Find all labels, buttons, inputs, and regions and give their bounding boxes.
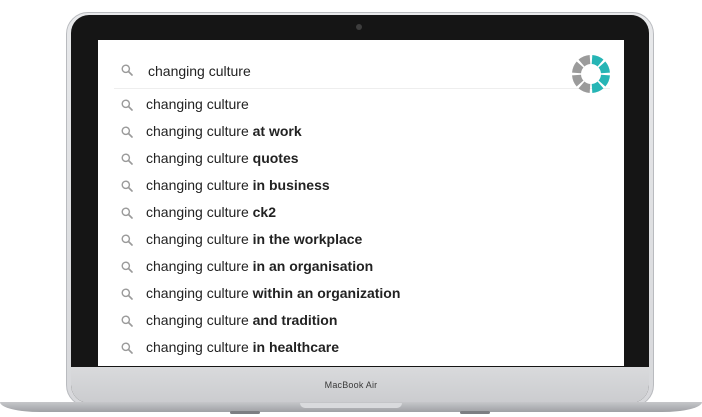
browser-screen: changing culture changing culture at wor… bbox=[98, 40, 624, 366]
loading-spinner-icon bbox=[572, 55, 610, 93]
suggestion-text: changing culture at work bbox=[146, 118, 302, 145]
suggestion-item[interactable]: changing culture within an organization bbox=[114, 280, 610, 307]
suggestion-item[interactable]: changing culture at work bbox=[114, 118, 610, 145]
suggestion-item[interactable]: changing culture in healthcare bbox=[114, 334, 610, 361]
search-bar bbox=[114, 52, 610, 93]
suggestion-prefix: changing culture bbox=[146, 312, 249, 328]
suggestion-completion: ck2 bbox=[252, 204, 276, 220]
suggestion-item[interactable]: changing culture in an organisation bbox=[114, 253, 610, 280]
camera-icon bbox=[356, 24, 362, 30]
suggestion-text: changing culture in the workplace bbox=[146, 226, 362, 253]
suggestion-prefix: changing culture bbox=[146, 339, 249, 355]
suggestion-list: changing culture changing culture at wor… bbox=[114, 91, 610, 361]
suggestion-prefix: changing culture bbox=[146, 231, 249, 247]
search-icon bbox=[121, 64, 133, 76]
suggestion-prefix: changing culture bbox=[146, 285, 249, 301]
search-icon bbox=[121, 207, 133, 219]
brand-label: MacBook Air bbox=[324, 380, 378, 390]
laptop-foot bbox=[230, 411, 260, 414]
suggestion-prefix: changing culture bbox=[146, 204, 249, 220]
suggestion-completion: quotes bbox=[252, 150, 299, 166]
suggestion-item[interactable]: changing culture in the workplace bbox=[114, 226, 610, 253]
suggestion-item[interactable]: changing culture ck2 bbox=[114, 199, 610, 226]
search-icon bbox=[121, 180, 133, 192]
laptop-opening-notch bbox=[300, 403, 402, 408]
suggestion-text: changing culture in an organisation bbox=[146, 253, 373, 280]
suggestion-completion: and tradition bbox=[252, 312, 338, 328]
suggestion-item[interactable]: changing culture quotes bbox=[114, 145, 610, 172]
suggestion-completion: in business bbox=[252, 177, 330, 193]
search-icon bbox=[121, 261, 133, 273]
suggestion-completion: at work bbox=[252, 123, 302, 139]
search-icon bbox=[121, 315, 133, 327]
suggestion-text: changing culture quotes bbox=[146, 145, 299, 172]
suggestion-completion: in the workplace bbox=[252, 231, 363, 247]
search-icon bbox=[121, 126, 133, 138]
suggestion-completion: within an organization bbox=[252, 285, 401, 301]
suggestion-prefix: changing culture bbox=[146, 150, 249, 166]
search-icon bbox=[121, 99, 133, 111]
search-icon bbox=[121, 153, 133, 165]
suggestion-completion: in healthcare bbox=[252, 339, 340, 355]
suggestion-prefix: changing culture bbox=[146, 96, 249, 112]
suggestion-item[interactable]: changing culture and tradition bbox=[114, 307, 610, 334]
suggestion-item[interactable]: changing culture bbox=[114, 91, 610, 118]
search-input[interactable] bbox=[146, 60, 530, 82]
suggestion-text: changing culture bbox=[146, 91, 249, 118]
suggestion-text: changing culture within an organization bbox=[146, 280, 400, 307]
suggestion-prefix: changing culture bbox=[146, 177, 249, 193]
search-icon bbox=[121, 234, 133, 246]
search-icon bbox=[121, 342, 133, 354]
suggestion-prefix: changing culture bbox=[146, 123, 249, 139]
search-icon bbox=[121, 288, 133, 300]
laptop-foot bbox=[460, 411, 490, 414]
suggestion-text: changing culture and tradition bbox=[146, 307, 337, 334]
suggestion-text: changing culture ck2 bbox=[146, 199, 276, 226]
suggestion-text: changing culture in business bbox=[146, 172, 330, 199]
suggestion-completion: in an organisation bbox=[252, 258, 374, 274]
suggestion-text: changing culture in healthcare bbox=[146, 334, 339, 361]
suggestion-item[interactable]: changing culture in business bbox=[114, 172, 610, 199]
suggestion-prefix: changing culture bbox=[146, 258, 249, 274]
